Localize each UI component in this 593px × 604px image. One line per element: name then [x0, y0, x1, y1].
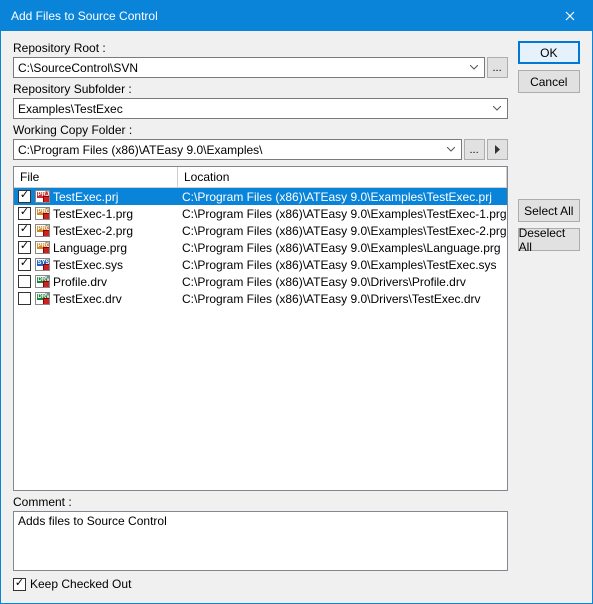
file-location: C:\Program Files (x86)\ATEasy 9.0\Exampl… [178, 207, 507, 221]
file-location: C:\Program Files (x86)\ATEasy 9.0\Exampl… [178, 258, 507, 272]
comment-input[interactable] [13, 511, 508, 571]
row-checkbox[interactable] [18, 190, 31, 203]
file-icon: DRV [34, 275, 50, 289]
file-icon: SYS [34, 258, 50, 272]
file-location: C:\Program Files (x86)\ATEasy 9.0\Exampl… [178, 190, 507, 204]
file-rows: PRJTestExec.prj C:\Program Files (x86)\AT… [14, 188, 507, 490]
file-icon: PRG [34, 241, 50, 255]
repo-root-browse-button[interactable]: ... [487, 57, 508, 78]
repo-root-label: Repository Root : [13, 41, 508, 55]
working-browse-button[interactable]: ... [464, 139, 485, 160]
file-icon: PRG [34, 224, 50, 238]
file-location: C:\Program Files (x86)\ATEasy 9.0\Driver… [178, 292, 507, 306]
row-checkbox[interactable] [18, 275, 31, 288]
close-icon [565, 11, 575, 21]
file-icon: PRJ [34, 190, 50, 204]
chevron-down-icon[interactable] [467, 59, 482, 76]
chevron-down-icon[interactable] [490, 100, 505, 117]
file-name: TestExec.prj [53, 190, 118, 204]
ok-button[interactable]: OK [518, 41, 580, 64]
arrow-right-icon [494, 145, 501, 154]
file-icon: DRV [34, 292, 50, 306]
file-location: C:\Program Files (x86)\ATEasy 9.0\Driver… [178, 275, 507, 289]
row-checkbox[interactable] [18, 258, 31, 271]
keep-checked-out-label: Keep Checked Out [30, 577, 131, 591]
close-button[interactable] [547, 1, 592, 31]
file-name: Profile.drv [53, 275, 107, 289]
column-location[interactable]: Location [178, 167, 507, 187]
table-row[interactable]: PRJTestExec.prj C:\Program Files (x86)\AT… [14, 188, 507, 205]
file-list: File Location PRJTestExec.prj C:\Program … [13, 166, 508, 491]
row-checkbox[interactable] [18, 207, 31, 220]
file-name: Language.prg [53, 241, 127, 255]
working-go-button[interactable] [487, 139, 508, 160]
repo-root-combo[interactable]: C:\SourceControl\SVN [13, 57, 485, 78]
repo-sub-label: Repository Subfolder : [13, 82, 508, 96]
column-file[interactable]: File [14, 167, 178, 187]
comment-label: Comment : [13, 495, 508, 509]
row-checkbox[interactable] [18, 241, 31, 254]
table-row[interactable]: PRGTestExec-1.prg C:\Program Files (x86)\… [14, 205, 507, 222]
table-row[interactable]: SYSTestExec.sys C:\Program Files (x86)\AT… [14, 256, 507, 273]
table-row[interactable]: DRVTestExec.drv C:\Program Files (x86)\AT… [14, 290, 507, 307]
keep-checked-out-checkbox[interactable] [13, 578, 26, 591]
file-location: C:\Program Files (x86)\ATEasy 9.0\Exampl… [178, 224, 507, 238]
deselect-all-button[interactable]: Deselect All [518, 228, 580, 251]
chevron-down-icon[interactable] [444, 141, 459, 158]
repo-root-value: C:\SourceControl\SVN [18, 61, 467, 75]
table-row[interactable]: DRVProfile.drv C:\Program Files (x86)\ATE… [14, 273, 507, 290]
repo-sub-combo[interactable]: Examples\TestExec [13, 98, 508, 119]
file-name: TestExec.drv [53, 292, 122, 306]
column-headers: File Location [14, 167, 507, 188]
row-checkbox[interactable] [18, 224, 31, 237]
select-all-button[interactable]: Select All [518, 199, 580, 222]
file-icon: PRG [34, 207, 50, 221]
file-name: TestExec-1.prg [53, 207, 133, 221]
cancel-button[interactable]: Cancel [518, 70, 580, 93]
repo-sub-value: Examples\TestExec [18, 102, 490, 116]
title-bar: Add Files to Source Control [1, 1, 592, 31]
file-name: TestExec.sys [53, 258, 123, 272]
working-label: Working Copy Folder : [13, 123, 508, 137]
table-row[interactable]: PRGTestExec-2.prg C:\Program Files (x86)\… [14, 222, 507, 239]
file-location: C:\Program Files (x86)\ATEasy 9.0\Exampl… [178, 241, 507, 255]
dialog-window: Add Files to Source Control Repository R… [0, 0, 593, 604]
table-row[interactable]: PRGLanguage.prg C:\Program Files (x86)\AT… [14, 239, 507, 256]
working-combo[interactable]: C:\Program Files (x86)\ATEasy 9.0\Exampl… [13, 139, 462, 160]
row-checkbox[interactable] [18, 292, 31, 305]
file-name: TestExec-2.prg [53, 224, 133, 238]
window-title: Add Files to Source Control [11, 9, 547, 23]
working-value: C:\Program Files (x86)\ATEasy 9.0\Exampl… [18, 143, 444, 157]
